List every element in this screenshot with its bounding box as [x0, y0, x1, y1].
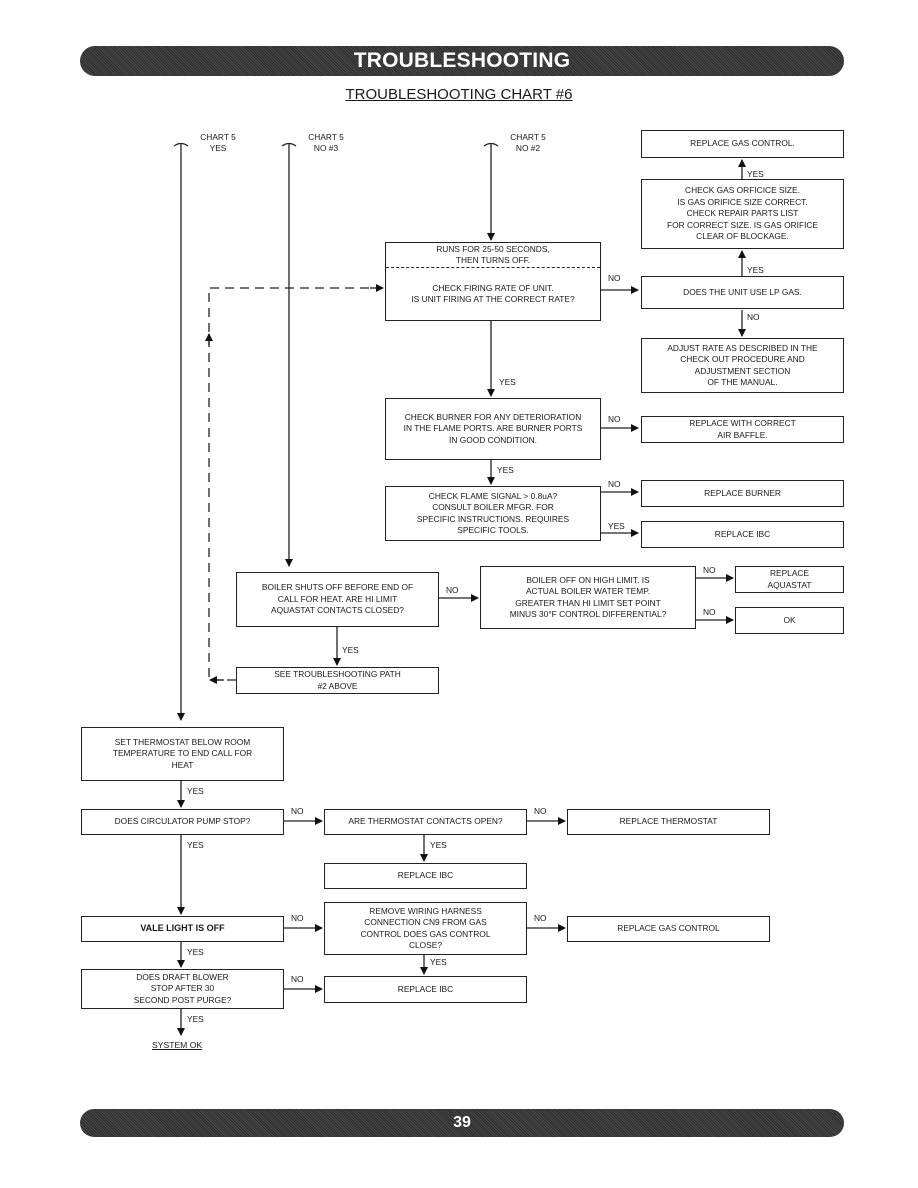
lp-gas-box: DOES THE UNIT USE LP GAS.	[641, 276, 844, 309]
ok-box: OK	[735, 607, 844, 634]
branch-label-yes: YES	[747, 265, 764, 275]
branch-label-no: NO	[534, 913, 547, 923]
set-thermostat-box: SET THERMOSTAT BELOW ROOM TEMPERATURE TO…	[81, 727, 284, 781]
branch-label-yes: YES	[430, 957, 447, 967]
branch-label-no: NO	[291, 806, 304, 816]
remove-harness-box: REMOVE WIRING HARNESS CONNECTION CN9 FRO…	[324, 902, 527, 955]
branch-label-yes: YES	[187, 947, 204, 957]
replace-aquastat-box: REPLACE AQUASTAT	[735, 566, 844, 593]
branch-label-yes: YES	[608, 521, 625, 531]
adjust-rate-box: ADJUST RATE AS DESCRIBED IN THE CHECK OU…	[641, 338, 844, 393]
thermostat-contacts-box: ARE THERMOSTAT CONTACTS OPEN?	[324, 809, 527, 835]
firing-rate-question: CHECK FIRING RATE OF UNIT. IS UNIT FIRIN…	[411, 282, 575, 304]
firing-rate-box: RUNS FOR 25-50 SECONDS, THEN TURNS OFF. …	[385, 242, 601, 321]
replace-ibc-box-3: REPLACE IBC	[324, 976, 527, 1003]
branch-label-no: NO	[703, 607, 716, 617]
entry-chart5-no3: CHART 5 NO #3	[308, 132, 344, 153]
replace-gas-control-top-box: REPLACE GAS CONTROL.	[641, 130, 844, 158]
branch-label-no: NO	[446, 585, 459, 595]
branch-label-yes: YES	[747, 169, 764, 179]
boiler-shuts-off-box: BOILER SHUTS OFF BEFORE END OF CALL FOR …	[236, 572, 439, 627]
page-number-banner: 39	[80, 1109, 844, 1137]
runs-note: RUNS FOR 25-50 SECONDS, THEN TURNS OFF.	[386, 243, 600, 268]
flame-signal-box: CHECK FLAME SIGNAL > 0.8uA? CONSULT BOIL…	[385, 486, 601, 541]
branch-label-no: NO	[534, 806, 547, 816]
branch-label-no: NO	[608, 273, 621, 283]
branch-label-yes: YES	[187, 840, 204, 850]
replace-gas-control-bottom-box: REPLACE GAS CONTROL	[567, 916, 770, 942]
check-burner-box: CHECK BURNER FOR ANY DETERIORATION IN TH…	[385, 398, 601, 460]
branch-label-yes: YES	[430, 840, 447, 850]
draft-blower-box: DOES DRAFT BLOWER STOP AFTER 30 SECOND P…	[81, 969, 284, 1009]
see-path2-box: SEE TROUBLESHOOTING PATH #2 ABOVE	[236, 667, 439, 694]
branch-label-yes: YES	[187, 786, 204, 796]
system-ok-terminal: SYSTEM OK	[152, 1040, 203, 1050]
branch-label-no: NO	[608, 414, 621, 424]
entry-chart5-no2: CHART 5 NO #2	[510, 132, 546, 153]
branch-label-yes: YES	[499, 377, 516, 387]
branch-label-yes: YES	[187, 1014, 204, 1024]
boiler-high-limit-box: BOILER OFF ON HIGH LIMIT. IS ACTUAL BOIL…	[480, 566, 696, 629]
replace-ibc-box-1: REPLACE IBC	[641, 521, 844, 548]
branch-label-no: NO	[291, 913, 304, 923]
replace-air-baffle-box: REPLACE WITH CORRECT AIR BAFFLE.	[641, 416, 844, 443]
vale-light-box: VALE LIGHT IS OFF	[81, 916, 284, 942]
replace-burner-box: REPLACE BURNER	[641, 480, 844, 507]
branch-label-no: NO	[747, 312, 760, 322]
replace-ibc-box-2: REPLACE IBC	[324, 863, 527, 889]
branch-label-yes: YES	[342, 645, 359, 655]
entry-chart5-yes: CHART 5 YES	[200, 132, 236, 153]
circulator-box: DOES CIRCULATOR PUMP STOP?	[81, 809, 284, 835]
branch-label-yes: YES	[497, 465, 514, 475]
branch-label-no: NO	[608, 479, 621, 489]
branch-label-no: NO	[703, 565, 716, 575]
replace-thermostat-box: REPLACE THERMOSTAT	[567, 809, 770, 835]
branch-label-no: NO	[291, 974, 304, 984]
check-orifice-box: CHECK GAS ORFICICE SIZE. IS GAS ORIFICE …	[641, 179, 844, 249]
